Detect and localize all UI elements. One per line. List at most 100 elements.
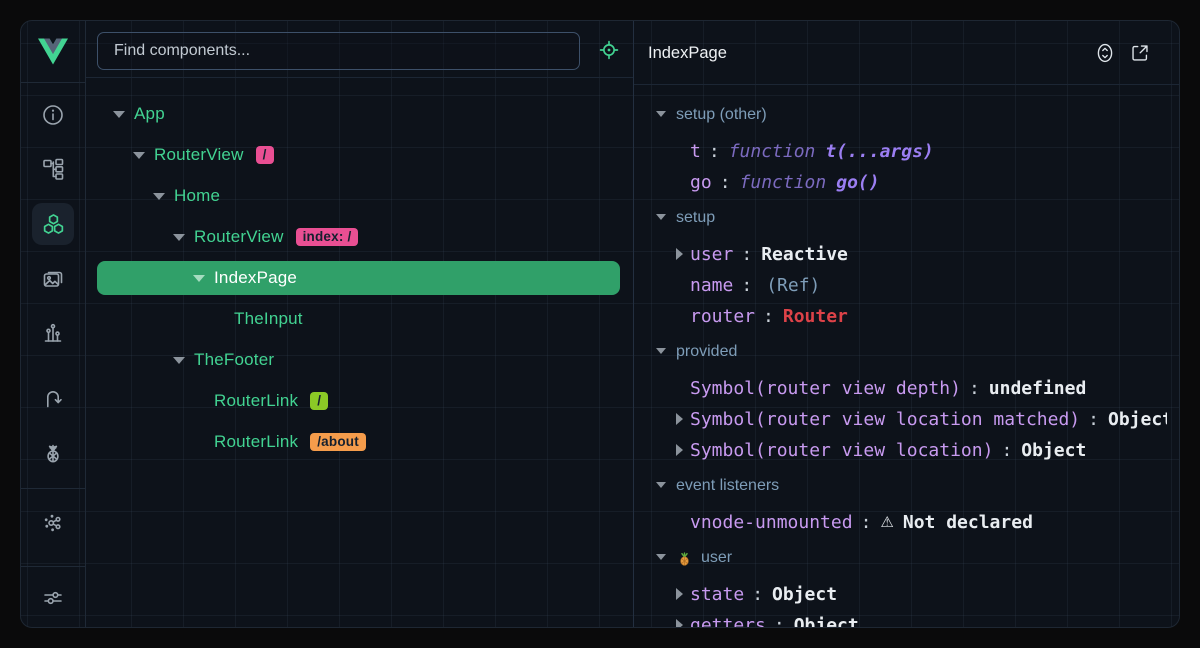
timeline-sliders-icon[interactable] [32,312,74,354]
expand-arrow-icon[interactable] [133,152,145,159]
state-row-symbol-router-view-location[interactable]: Symbol(router view location):Object [634,435,1167,465]
open-in-editor-icon[interactable] [1129,42,1151,64]
tree-item-home[interactable]: Home [86,176,633,216]
state-key: getters [690,615,766,628]
tree-item-indexpage[interactable]: IndexPage [97,261,620,295]
collapse-arrow-icon[interactable] [656,554,666,560]
state-row-t[interactable]: t:functiont(...args) [634,136,1167,166]
state-row-getters[interactable]: getters: Object [634,610,1167,627]
colon: : [1088,409,1099,430]
state-row-name[interactable]: name:(Ref) [634,270,1167,300]
state-key: vnode-unmounted [690,512,853,533]
tree-item-routerlink[interactable]: RouterLink/about [86,422,633,462]
state-key: t [690,141,701,162]
colon: : [741,275,752,296]
tree-item-theinput[interactable]: TheInput [86,299,633,339]
expand-arrow-icon[interactable] [113,111,125,118]
colon: : [752,584,763,605]
section-label: event listeners [676,477,779,495]
colon: : [763,306,774,327]
pinia-pineapple-icon[interactable] [32,432,74,474]
state-value: Router [783,306,848,327]
collapse-arrow-icon[interactable] [656,348,666,354]
component-name: RouterLink [214,391,298,411]
expand-arrow-icon[interactable] [676,588,683,600]
inspector-header: IndexPage [634,21,1179,85]
tree-item-app[interactable]: App [86,94,633,134]
route-badge: /about [310,433,366,452]
function-signature: go() [836,172,879,193]
component-name: RouterView [154,145,244,165]
route-badge: / [310,392,328,411]
expand-arrow-icon[interactable] [153,193,165,200]
scroll-to-component-icon[interactable] [1094,42,1116,64]
collapse-arrow-icon[interactable] [656,214,666,220]
state-section-setup[interactable]: setup [634,203,1167,233]
state-key: router [690,306,755,327]
rail-divider [21,566,85,567]
state-section-user[interactable]: user [634,543,1167,573]
tree-item-routerview[interactable]: RouterViewindex: / [86,217,633,257]
component-name: RouterLink [214,432,298,452]
expand-arrow-icon[interactable] [173,234,185,241]
state-row-symbol-router-view-location-matched[interactable]: Symbol(router view location matched):Obj… [634,404,1167,434]
tree-item-routerview[interactable]: RouterView/ [86,135,633,175]
state-value: undefined [989,378,1087,399]
component-outline-icon[interactable] [32,148,74,190]
state-key: Symbol(router view depth) [690,378,961,399]
colon: : [774,615,785,628]
component-name: App [134,104,165,124]
colon: : [1001,440,1012,461]
component-tree-body: AppRouterView/HomeRouterViewindex: /Inde… [86,78,633,627]
state-section-setup-other[interactable]: setup (other) [634,100,1167,130]
tree-panel: AppRouterView/HomeRouterViewindex: /Inde… [86,21,634,627]
expand-arrow-icon[interactable] [173,357,185,364]
rail-divider [21,488,85,489]
expand-arrow-icon[interactable] [676,413,683,425]
inspect-component-target-icon[interactable] [598,39,620,61]
state-value: Object [1108,409,1167,430]
tree-item-routerlink[interactable]: RouterLink / [86,381,633,421]
function-keyword: function [729,141,816,162]
state-row-symbol-router-view-depth[interactable]: Symbol(router view depth):undefined [634,373,1167,403]
state-key: user [690,244,733,265]
assets-image-icon[interactable] [32,258,74,300]
state-row-router[interactable]: router: Router [634,301,1167,331]
inspector-title: IndexPage [648,21,727,85]
function-signature: t(...args) [825,141,933,162]
component-name: IndexPage [214,268,297,288]
state-row-user[interactable]: user:Reactive [634,239,1167,269]
expand-arrow-icon[interactable] [676,248,683,260]
state-row-go[interactable]: go:functiongo() [634,167,1167,197]
state-key: state [690,584,744,605]
expand-arrow-icon[interactable] [676,619,683,627]
component-name: TheFooter [194,350,274,370]
state-section-provided[interactable]: provided [634,337,1167,367]
state-value: Object [1021,440,1086,461]
section-label: setup [676,209,715,227]
info-icon[interactable] [32,94,74,136]
state-section-event-listeners[interactable]: event listeners [634,471,1167,501]
section-label: provided [676,343,737,361]
colon: : [741,244,752,265]
route-badge: index: / [296,228,359,247]
state-value: Object [772,584,837,605]
search-input[interactable] [97,32,580,70]
tree-toolbar [86,21,633,78]
collapse-arrow-icon[interactable] [656,482,666,488]
inspector-panel: IndexPage setup (other) t: function t(...ar… [634,21,1179,627]
collapse-arrow-icon[interactable] [656,111,666,117]
components-hexagons-icon[interactable] [32,203,74,245]
section-label: user [701,549,732,567]
router-icon[interactable] [32,378,74,420]
tree-item-thefooter[interactable]: TheFooter [86,340,633,380]
settings-icon[interactable] [32,577,74,619]
expand-arrow-icon[interactable] [193,275,205,282]
state-value: Object [794,615,859,628]
state-row-state[interactable]: state: Object [634,579,1167,609]
icon-rail [21,21,86,627]
graph-icon[interactable] [32,502,74,544]
state-row-vnode-unmounted[interactable]: vnode-unmounted:⚠Not declared [634,507,1167,537]
component-name: Home [174,186,220,206]
expand-arrow-icon[interactable] [676,444,683,456]
